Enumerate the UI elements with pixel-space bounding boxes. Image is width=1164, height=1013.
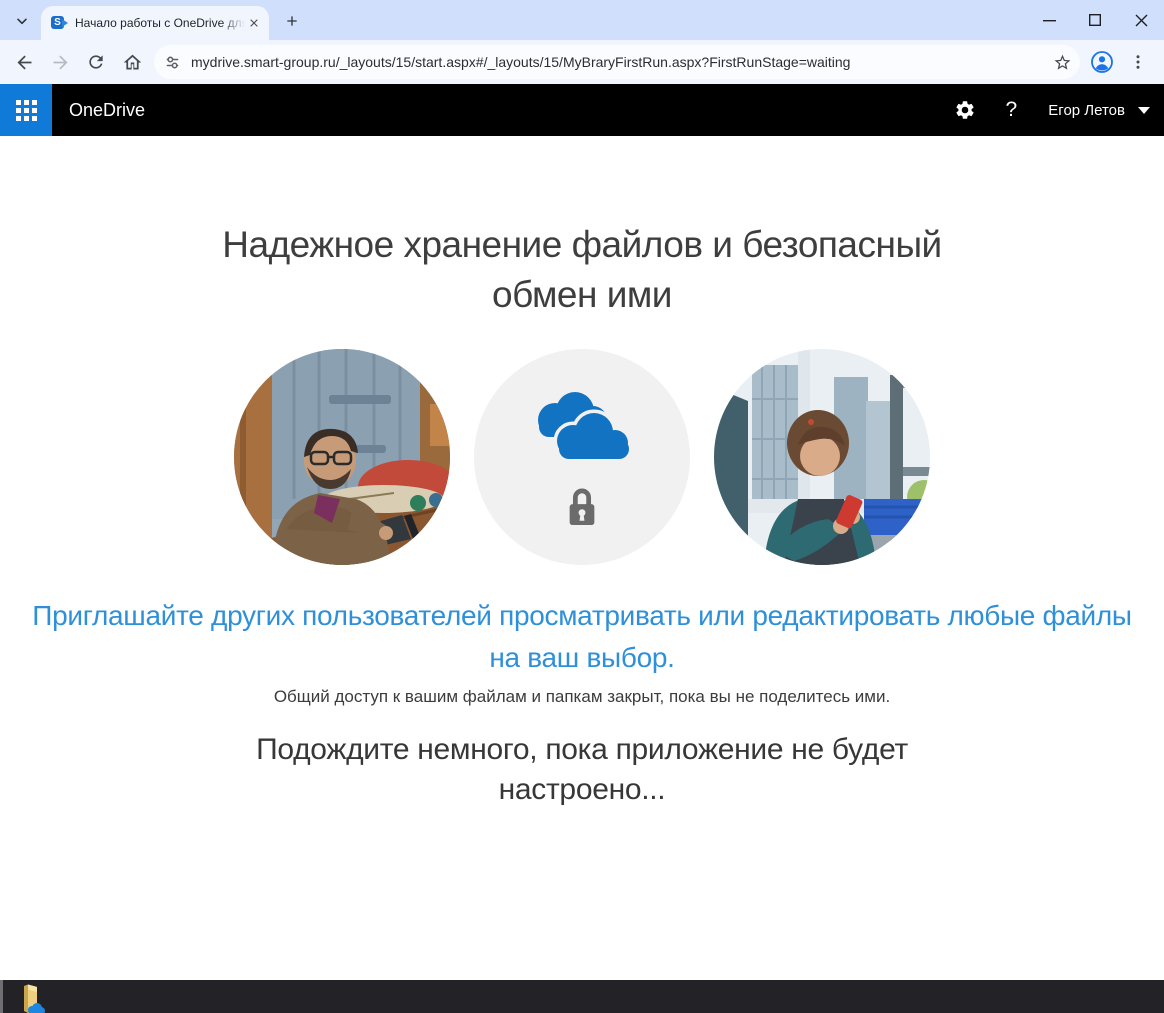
bookmark-star-icon[interactable] bbox=[1048, 48, 1076, 76]
padlock-icon bbox=[563, 484, 601, 530]
illustration-row bbox=[234, 349, 930, 565]
browser-window: S Начало работы с OneDrive для bbox=[0, 0, 1164, 1013]
onedrive-suite-bar: OneDrive ? Егор Летов bbox=[0, 84, 1164, 136]
secure-storage-illustration bbox=[474, 349, 690, 565]
wait-status-text: Подождите немного, пока приложение не бу… bbox=[256, 730, 908, 810]
browser-toolbar: mydrive.smart-group.ru/_layouts/15/start… bbox=[0, 40, 1164, 84]
app-launcher-button[interactable] bbox=[0, 84, 52, 136]
taskbar-strip bbox=[0, 980, 1164, 1013]
reload-button[interactable] bbox=[79, 45, 113, 79]
site-info-icon[interactable] bbox=[164, 54, 181, 71]
page-title-line2: обмен ими bbox=[222, 270, 941, 320]
sharepoint-favicon-icon: S bbox=[51, 15, 67, 31]
window-minimize-button[interactable] bbox=[1026, 0, 1072, 40]
user-name: Егор Летов bbox=[1048, 102, 1125, 119]
wait-status-line1: Подождите немного, пока приложение не бу… bbox=[256, 730, 908, 770]
profile-avatar-icon[interactable] bbox=[1085, 45, 1119, 79]
page-title: Надежное хранение файлов и безопасный об… bbox=[222, 220, 941, 320]
window-controls bbox=[1026, 0, 1164, 40]
suite-bar-actions: ? Егор Летов bbox=[942, 84, 1164, 136]
settings-gear-icon[interactable] bbox=[942, 84, 988, 136]
url-text[interactable]: mydrive.smart-group.ru/_layouts/15/start… bbox=[191, 54, 1048, 70]
chevron-down-icon bbox=[1138, 107, 1150, 114]
home-button[interactable] bbox=[115, 45, 149, 79]
invite-text-line1: Приглашайте других пользователей просмат… bbox=[32, 595, 1132, 637]
wait-status-line2: настроено... bbox=[256, 770, 908, 810]
waffle-grid-icon bbox=[16, 100, 37, 121]
tab-close-icon[interactable] bbox=[245, 14, 263, 32]
window-close-button[interactable] bbox=[1118, 0, 1164, 40]
new-tab-button[interactable] bbox=[278, 7, 306, 35]
back-button[interactable] bbox=[7, 45, 41, 79]
window-maximize-button[interactable] bbox=[1072, 0, 1118, 40]
help-button[interactable]: ? bbox=[988, 84, 1034, 136]
onedrive-clouds-icon bbox=[517, 384, 647, 470]
browser-menu-icon[interactable] bbox=[1121, 45, 1155, 79]
photo-man-at-desk bbox=[234, 349, 450, 565]
photo-woman-with-phone bbox=[714, 349, 930, 565]
browser-titlebar: S Начало работы с OneDrive для bbox=[0, 0, 1164, 40]
privacy-text: Общий доступ к вашим файлам и папкам зак… bbox=[274, 687, 890, 707]
browser-tab[interactable]: S Начало работы с OneDrive для bbox=[41, 6, 269, 40]
app-title: OneDrive bbox=[69, 100, 145, 121]
folder-with-cloud-icon[interactable] bbox=[19, 984, 45, 1013]
forward-button[interactable] bbox=[43, 45, 77, 79]
tab-search-chevron-icon[interactable] bbox=[9, 8, 35, 34]
tab-title: Начало работы с OneDrive для bbox=[75, 16, 245, 30]
address-bar[interactable]: mydrive.smart-group.ru/_layouts/15/start… bbox=[154, 45, 1080, 79]
invite-text-line2: на ваш выбор. bbox=[32, 637, 1132, 679]
invite-text: Приглашайте других пользователей просмат… bbox=[32, 595, 1132, 679]
first-run-page: Надежное хранение файлов и безопасный об… bbox=[0, 136, 1164, 980]
page-title-line1: Надежное хранение файлов и безопасный bbox=[222, 220, 941, 270]
user-menu[interactable]: Егор Летов bbox=[1048, 102, 1150, 119]
